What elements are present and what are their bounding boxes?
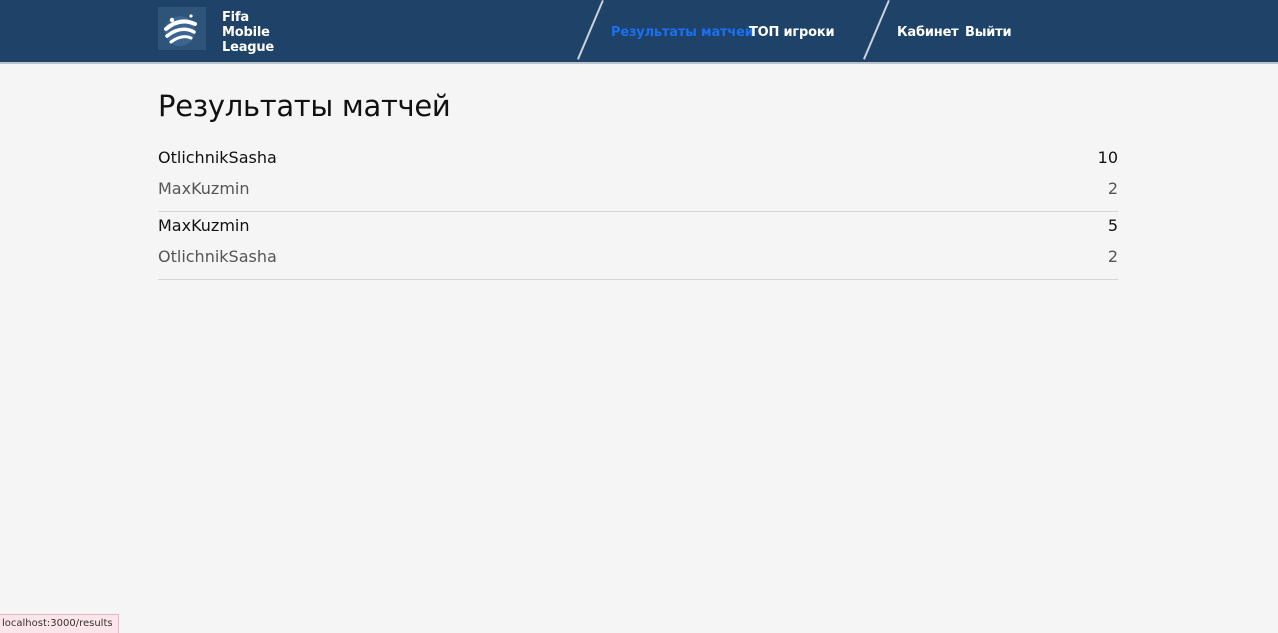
nav-link-top-players[interactable]: ТОП игроки xyxy=(749,24,835,41)
match-results-list: OtlichnikSasha 10 MaxKuzmin 2 MaxKuzmin … xyxy=(158,144,1118,280)
league-name[interactable]: Fifa Mobile League xyxy=(222,10,302,55)
match-winner-row: MaxKuzmin 5 xyxy=(158,212,1118,243)
match-card[interactable]: OtlichnikSasha 10 MaxKuzmin 2 xyxy=(158,144,1118,212)
player-score: 2 xyxy=(1107,179,1118,198)
match-winner-row: OtlichnikSasha 10 xyxy=(158,144,1118,175)
league-name-line: League xyxy=(222,40,275,55)
player-name: MaxKuzmin xyxy=(158,179,250,198)
league-name-line: Mobile xyxy=(222,25,270,40)
player-score: 5 xyxy=(1107,216,1118,235)
match-loser-row: MaxKuzmin 2 xyxy=(158,175,1118,211)
player-name: OtlichnikSasha xyxy=(158,247,277,266)
page-title: Результаты матчей xyxy=(158,89,451,123)
browser-status-url: localhost:3000/results xyxy=(0,614,119,633)
player-score: 2 xyxy=(1107,247,1118,266)
nav-link-results[interactable]: Результаты матчей xyxy=(611,24,754,41)
top-navbar: Fifa Mobile League Результаты матчей ТОП… xyxy=(0,0,1278,64)
player-name: OtlichnikSasha xyxy=(158,148,277,167)
ball-icon xyxy=(158,7,206,50)
league-logo[interactable] xyxy=(158,7,206,50)
nav-divider xyxy=(576,0,604,60)
player-name: MaxKuzmin xyxy=(158,216,250,235)
match-loser-row: OtlichnikSasha 2 xyxy=(158,243,1118,279)
nav-divider xyxy=(862,0,890,60)
nav-link-cabinet[interactable]: Кабинет xyxy=(897,24,959,41)
league-name-line: Fifa xyxy=(222,10,249,25)
player-score: 10 xyxy=(1097,148,1118,167)
match-card[interactable]: MaxKuzmin 5 OtlichnikSasha 2 xyxy=(158,212,1118,280)
nav-link-logout[interactable]: Выйти xyxy=(965,24,1012,41)
